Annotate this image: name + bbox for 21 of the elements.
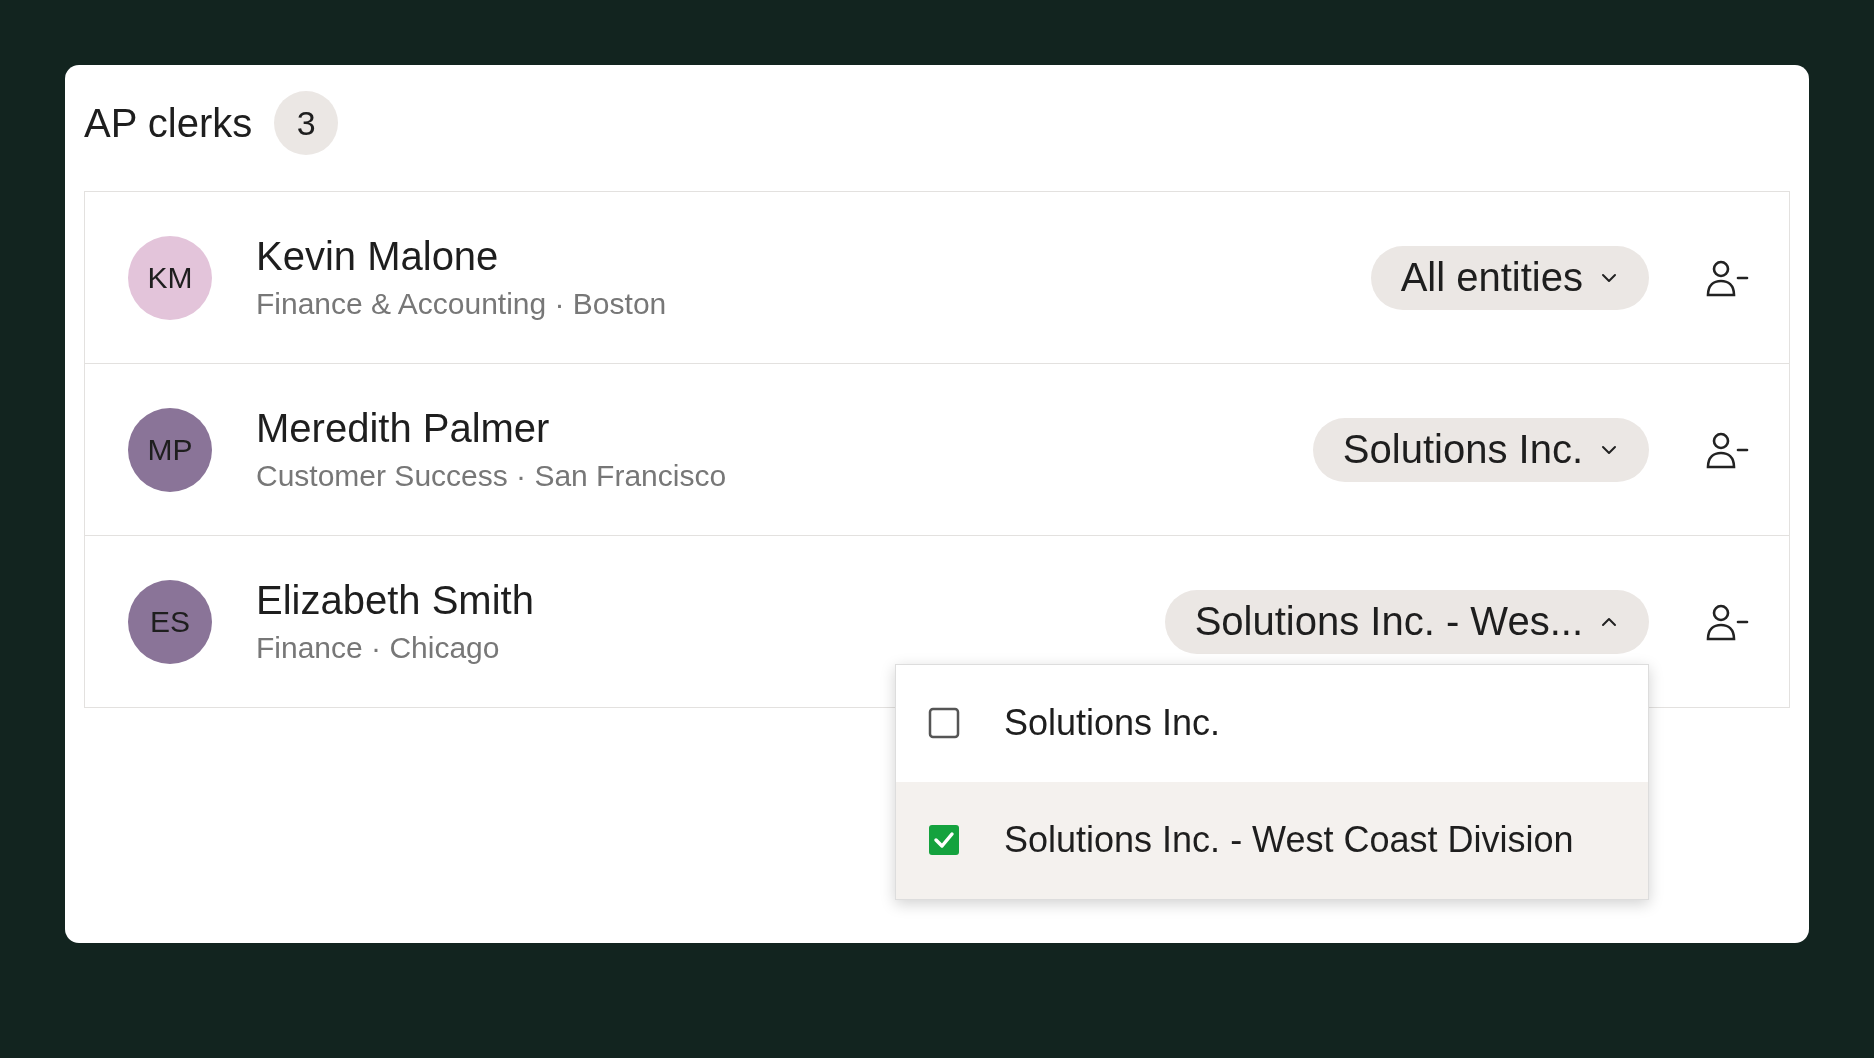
clerk-name: Elizabeth Smith	[256, 578, 535, 623]
entity-dropdown[interactable]: Solutions Inc. - Wes...	[1164, 589, 1649, 654]
clerk-name: Meredith Palmer	[256, 406, 551, 451]
clerk-details: Customer Success · San Francisco	[256, 459, 728, 493]
clerk-name: Kevin Malone	[256, 234, 500, 279]
avatar: ES	[128, 579, 212, 664]
dropdown-option[interactable]: Solutions Inc.	[896, 664, 1648, 782]
caret-icon	[1601, 272, 1617, 283]
avatar: KM	[128, 235, 212, 320]
clerk-details: Finance & Accounting · Boston	[256, 287, 668, 321]
caret-icon	[1601, 444, 1617, 455]
clerk-details: Finance · Chicago	[256, 631, 501, 665]
entity-dropdown[interactable]: All entities	[1370, 245, 1649, 310]
checkbox-icon[interactable]	[928, 707, 960, 739]
dropdown-option[interactable]: Solutions Inc. - West Coast Division	[896, 781, 1648, 899]
count-badge: 3	[274, 91, 339, 155]
section-title: AP clerks	[84, 100, 253, 146]
entity-dropdown[interactable]: Solutions Inc.	[1312, 417, 1649, 482]
checkbox-icon[interactable]	[928, 824, 960, 856]
avatar: MP	[128, 407, 212, 492]
caret-icon	[1601, 616, 1617, 627]
